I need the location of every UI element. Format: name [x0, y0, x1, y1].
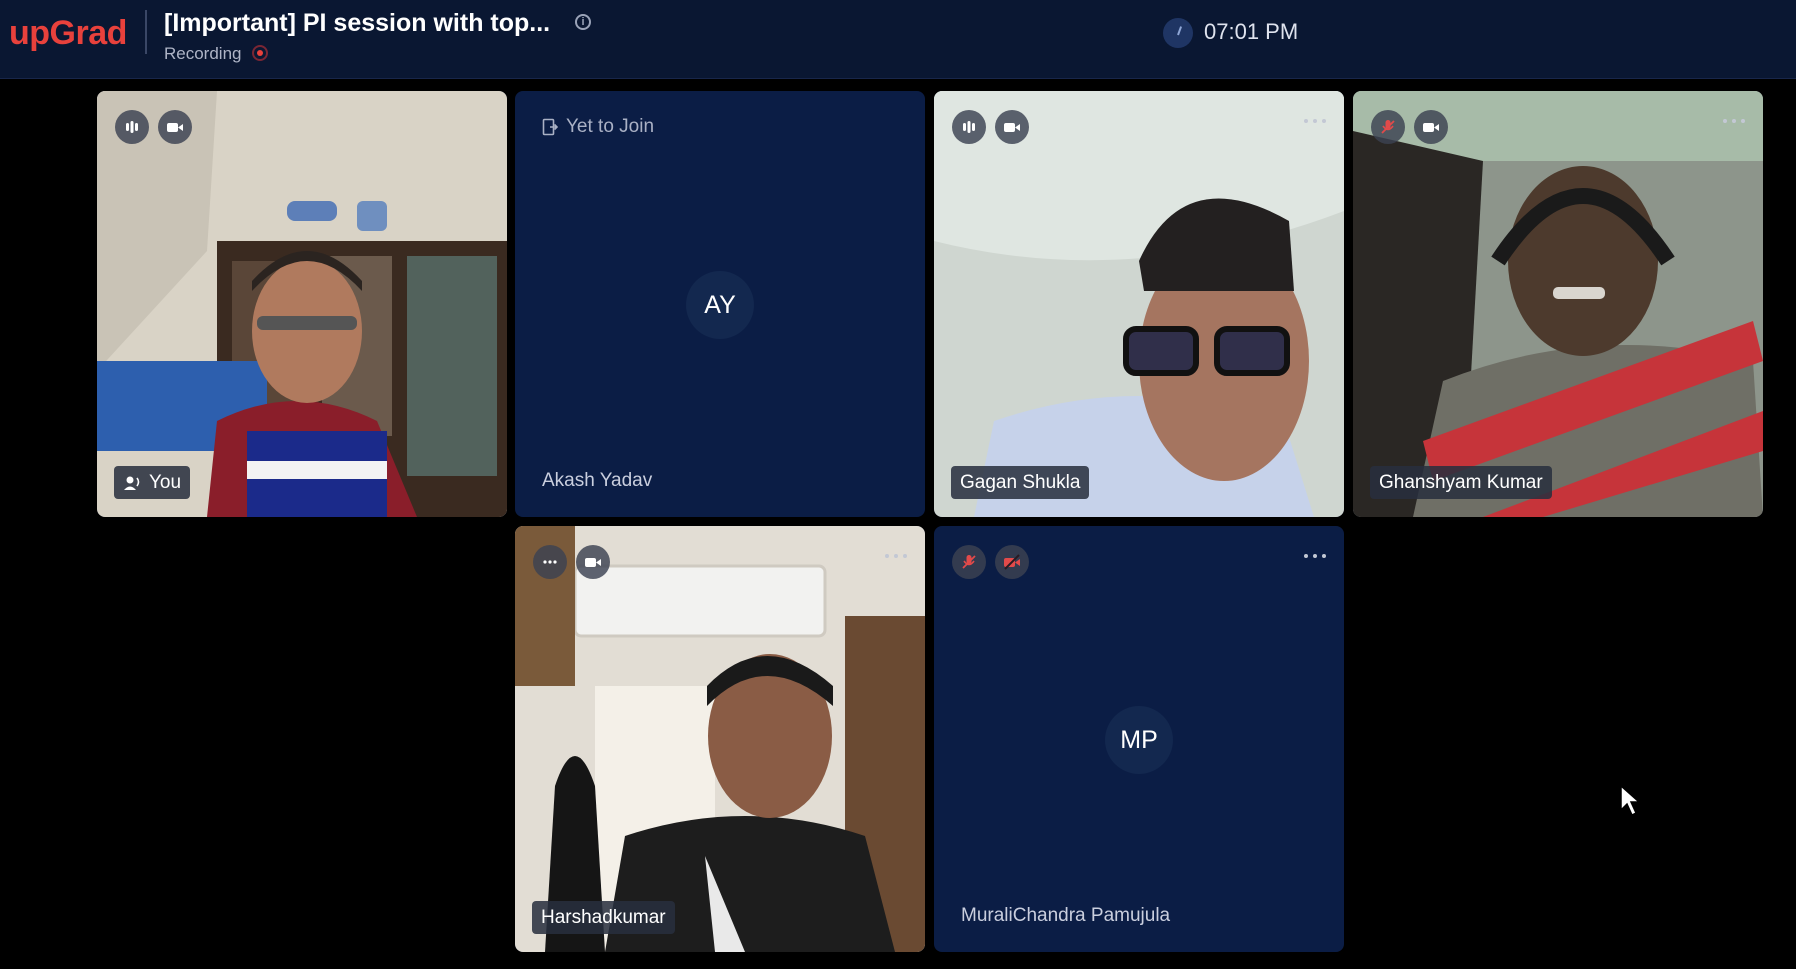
- participant-tile-harshadkumar[interactable]: Harshadkumar: [515, 526, 925, 952]
- top-bar: upGrad [Important] PI session with top..…: [0, 0, 1796, 79]
- camera-icon[interactable]: [995, 110, 1029, 144]
- exit-door-icon: [542, 118, 558, 136]
- avatar: MP: [1105, 706, 1173, 774]
- participant-name: Akash Yadav: [542, 470, 653, 491]
- more-options-icon[interactable]: [1304, 552, 1326, 560]
- mic-muted-icon[interactable]: [1371, 110, 1405, 144]
- participant-video: [515, 526, 925, 952]
- camera-off-icon[interactable]: [995, 545, 1029, 579]
- camera-icon[interactable]: [1414, 110, 1448, 144]
- participant-tile-you[interactable]: You: [97, 91, 507, 517]
- join-status: Yet to Join: [542, 116, 654, 138]
- participant-tile-muralichandra-pamujula[interactable]: MP MuraliChandra Pamujula: [934, 526, 1344, 952]
- meeting-clock: 07:01 PM: [1204, 19, 1299, 44]
- recording-label: Recording: [164, 44, 242, 63]
- speaker-icon: [124, 476, 140, 490]
- header-divider: [145, 10, 147, 54]
- participant-name: MuraliChandra Pamujula: [961, 905, 1171, 926]
- avatar: AY: [686, 271, 754, 339]
- audio-level-icon[interactable]: [115, 110, 149, 144]
- clock-icon: [1163, 18, 1193, 48]
- participant-name-badge: Gagan Shukla: [951, 466, 1090, 499]
- participant-name-badge: You: [114, 466, 191, 499]
- mouse-cursor-icon: [1620, 784, 1641, 817]
- upgrad-logo: upGrad: [9, 14, 127, 52]
- participant-name: Harshadkumar: [541, 907, 666, 928]
- more-options-icon[interactable]: [1723, 117, 1745, 125]
- more-options-icon[interactable]: [885, 552, 907, 560]
- participant-video: [1353, 91, 1763, 517]
- participant-name: Gagan Shukla: [960, 472, 1081, 493]
- info-icon[interactable]: i: [575, 14, 591, 30]
- camera-icon[interactable]: [158, 110, 192, 144]
- more-options-icon[interactable]: [1304, 117, 1326, 125]
- participant-name: You: [149, 472, 182, 493]
- recording-dot-icon: [252, 45, 268, 61]
- meeting-title: [Important] PI session with top...: [164, 9, 551, 37]
- audio-level-icon[interactable]: [952, 110, 986, 144]
- participant-tile-gagan-shukla[interactable]: Gagan Shukla: [934, 91, 1344, 517]
- join-status-label: Yet to Join: [566, 116, 655, 137]
- mic-muted-icon[interactable]: [952, 545, 986, 579]
- participant-tile-ghanshyam-kumar[interactable]: Ghanshyam Kumar: [1353, 91, 1763, 517]
- participant-video: [97, 91, 507, 517]
- participant-name: Ghanshyam Kumar: [1379, 472, 1543, 493]
- camera-icon[interactable]: [576, 545, 610, 579]
- participant-tile-akash-yadav[interactable]: Yet to Join AY Akash Yadav: [515, 91, 925, 517]
- participant-name-badge: Ghanshyam Kumar: [1370, 466, 1552, 499]
- participant-video: [934, 91, 1344, 517]
- participant-name-badge: Harshadkumar: [532, 901, 675, 934]
- mic-connecting-icon[interactable]: [533, 545, 567, 579]
